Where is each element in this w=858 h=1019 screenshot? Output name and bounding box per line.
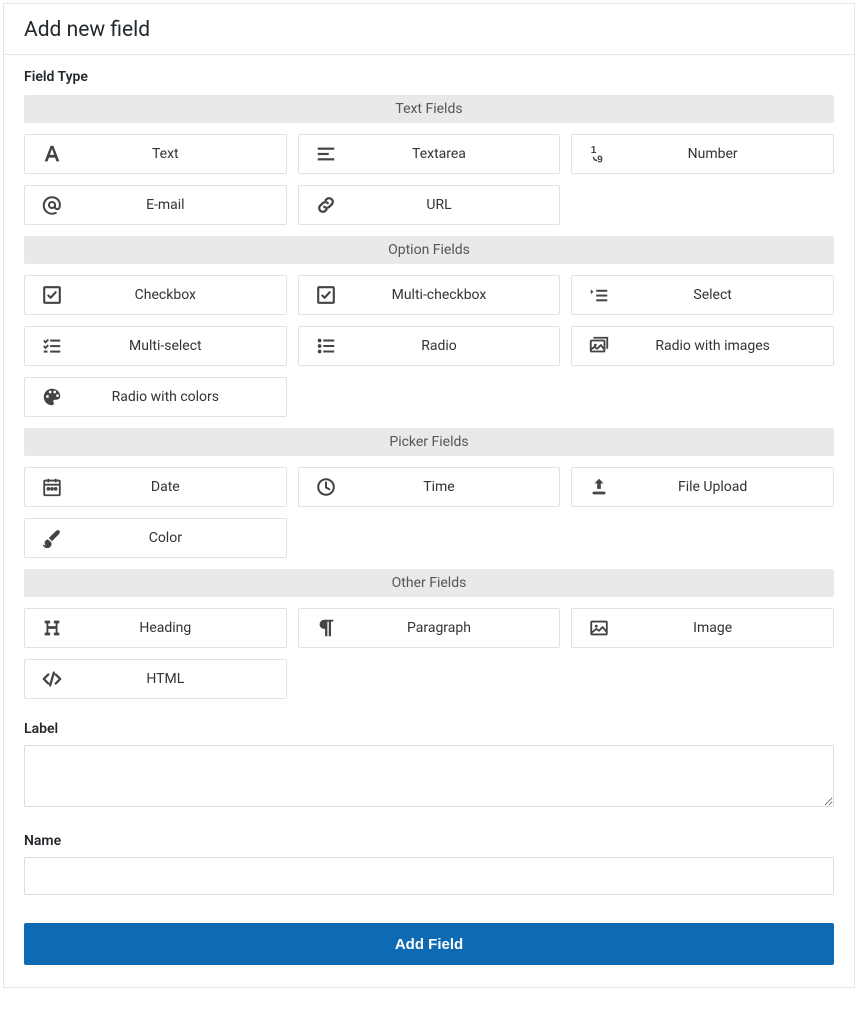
image-icon [572,617,626,639]
align-left-icon [299,143,353,165]
field-type-heading[interactable]: Heading [24,608,287,648]
tile-label: Radio [353,338,560,354]
field-type-time[interactable]: Time [298,467,561,507]
svg-text:9: 9 [597,154,603,165]
tile-label: Time [353,479,560,495]
group-header-option: Option Fields [24,236,834,264]
group-option-fields: Option Fields Checkbox Multi-checkbox [24,236,834,417]
field-type-date[interactable]: Date [24,467,287,507]
brush-icon [25,527,79,549]
group-text-fields: Text Fields Text Textarea 19 [24,95,834,225]
heading-icon [25,617,79,639]
images-icon [572,335,626,357]
upload-icon [572,476,626,498]
select-list-icon [572,284,626,306]
group-picker-fields: Picker Fields Date Time [24,428,834,558]
field-type-paragraph[interactable]: Paragraph [298,608,561,648]
field-type-image[interactable]: Image [571,608,834,648]
at-sign-icon [25,194,79,216]
tile-label: Textarea [353,146,560,162]
field-type-radio[interactable]: Radio [298,326,561,366]
name-field-row: Name [24,833,834,895]
checklist-icon [25,335,79,357]
multi-checkbox-icon [299,284,353,306]
tile-label: Color [79,530,286,546]
tile-label: Radio with images [626,338,833,354]
label-field-label: Label [24,721,834,737]
tile-label: Multi-select [79,338,286,354]
tile-label: Text [79,146,286,162]
field-type-number[interactable]: 19 Number [571,134,834,174]
pilcrow-icon [299,617,353,639]
panel-body: Field Type Text Fields Text Textarea [4,55,854,987]
name-field-label: Name [24,833,834,849]
label-field-row: Label [24,721,834,811]
svg-text:1: 1 [591,145,597,156]
tile-label: Radio with colors [79,389,286,405]
font-icon [25,143,79,165]
field-type-radio-images[interactable]: Radio with images [571,326,834,366]
clock-icon [299,476,353,498]
field-type-text[interactable]: Text [24,134,287,174]
field-type-file-upload[interactable]: File Upload [571,467,834,507]
field-type-html[interactable]: HTML [24,659,287,699]
field-type-multi-select[interactable]: Multi-select [24,326,287,366]
tile-label: Paragraph [353,620,560,636]
field-type-textarea[interactable]: Textarea [298,134,561,174]
tile-label: Date [79,479,286,495]
group-header-other: Other Fields [24,569,834,597]
palette-icon [25,386,79,408]
tile-label: HTML [79,671,286,687]
number-icon: 19 [572,143,626,165]
group-header-picker: Picker Fields [24,428,834,456]
tile-label: Heading [79,620,286,636]
link-icon [299,194,353,216]
code-icon [25,668,79,690]
tile-label: E-mail [79,197,286,213]
tile-label: URL [353,197,560,213]
name-input[interactable] [24,857,834,895]
field-type-email[interactable]: E-mail [24,185,287,225]
panel-title: Add new field [4,4,854,55]
field-type-select[interactable]: Select [571,275,834,315]
tile-label: Checkbox [79,287,286,303]
tile-label: Image [626,620,833,636]
list-bullets-icon [299,335,353,357]
add-new-field-panel: Add new field Field Type Text Fields Tex… [3,3,855,988]
group-header-text: Text Fields [24,95,834,123]
tile-label: Select [626,287,833,303]
label-input[interactable] [24,745,834,807]
add-field-button[interactable]: Add Field [24,923,834,965]
tile-label: Multi-checkbox [353,287,560,303]
field-type-label: Field Type [24,69,834,85]
checkbox-icon [25,284,79,306]
field-type-radio-colors[interactable]: Radio with colors [24,377,287,417]
field-type-url[interactable]: URL [298,185,561,225]
group-other-fields: Other Fields Heading Paragraph [24,569,834,699]
field-type-color[interactable]: Color [24,518,287,558]
field-type-multi-checkbox[interactable]: Multi-checkbox [298,275,561,315]
field-type-checkbox[interactable]: Checkbox [24,275,287,315]
calendar-icon [25,476,79,498]
tile-label: Number [626,146,833,162]
tile-label: File Upload [626,479,833,495]
